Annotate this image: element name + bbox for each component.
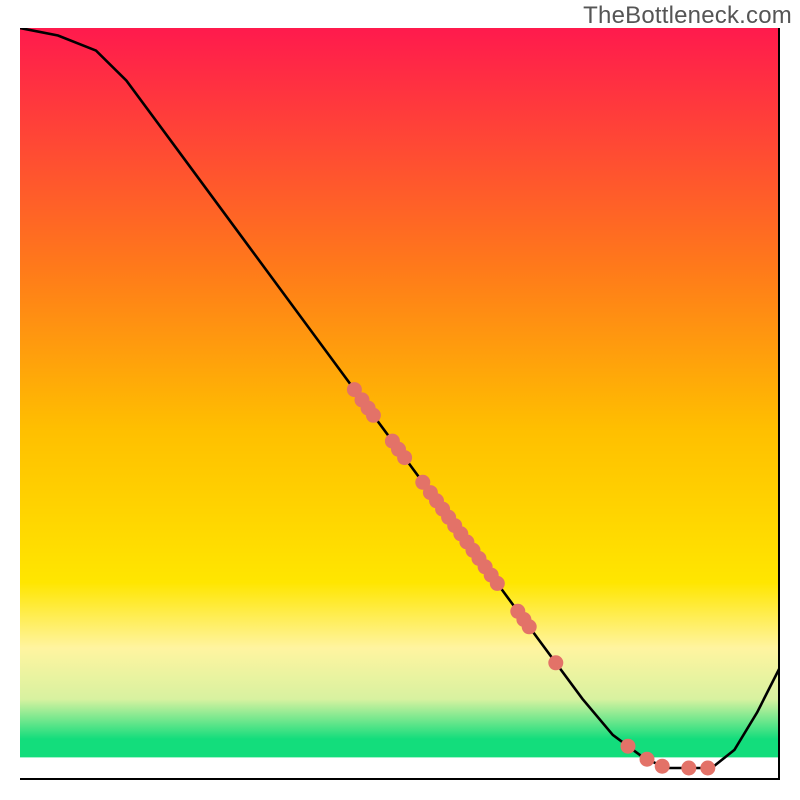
data-point xyxy=(700,761,715,776)
data-point xyxy=(522,619,537,634)
data-point xyxy=(655,759,670,774)
data-point xyxy=(681,761,696,776)
data-point xyxy=(366,408,381,423)
data-point xyxy=(548,655,563,670)
chart-canvas: TheBottleneck.com xyxy=(0,0,800,800)
heatmap-background xyxy=(20,28,780,757)
data-point xyxy=(640,752,655,767)
data-point xyxy=(490,576,505,591)
chart-svg xyxy=(20,28,780,780)
plot-area xyxy=(20,28,780,780)
watermark-text: TheBottleneck.com xyxy=(583,2,792,30)
data-point xyxy=(397,450,412,465)
data-point xyxy=(621,739,636,754)
